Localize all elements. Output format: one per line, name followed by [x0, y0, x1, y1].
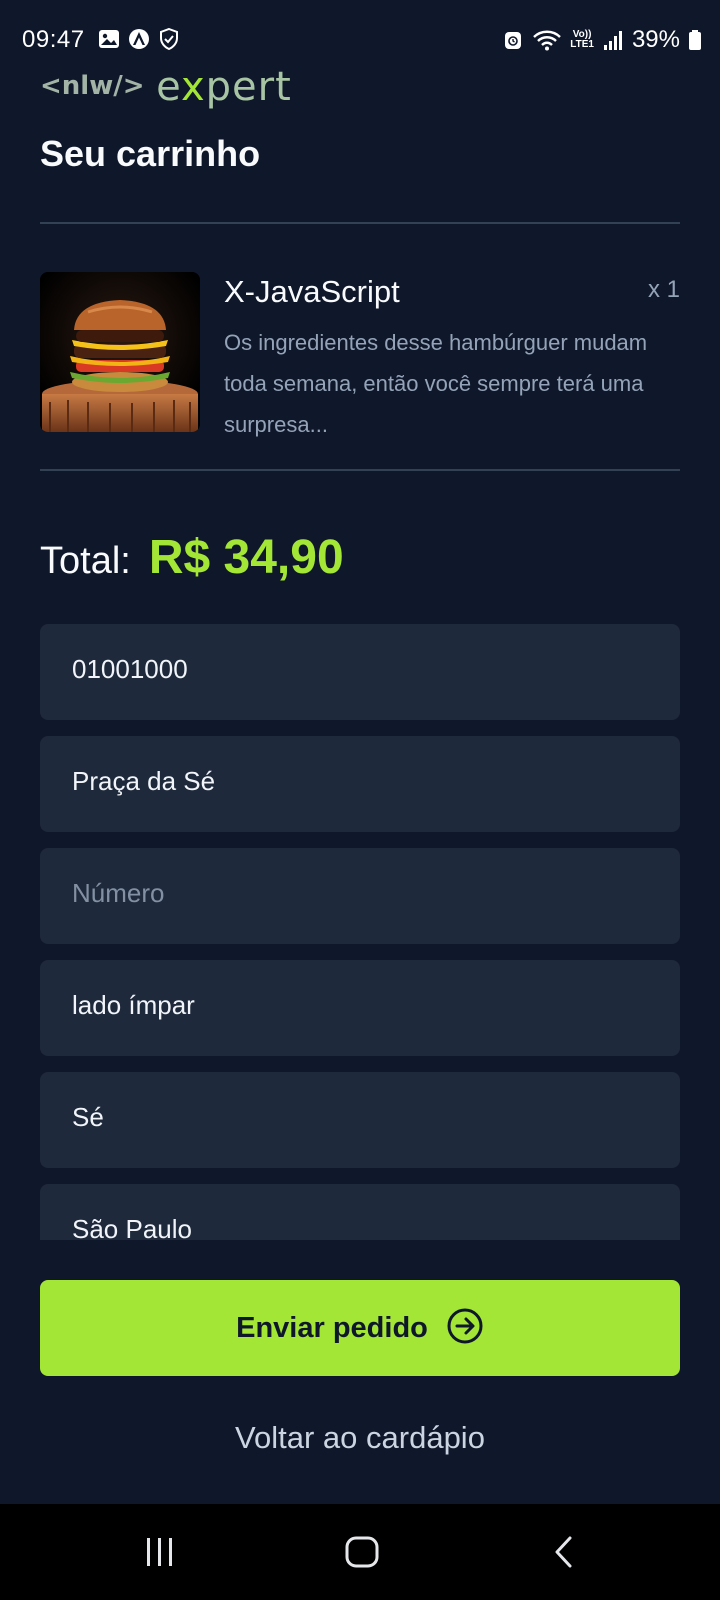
logo-expert: expert	[156, 64, 292, 110]
recents-icon[interactable]	[130, 1526, 190, 1578]
shield-icon	[158, 28, 180, 50]
battery-icon	[688, 29, 702, 51]
product-description: Os ingredientes desse hambúrguer mudam t…	[224, 330, 648, 437]
submit-order-button[interactable]: Enviar pedido	[40, 1280, 680, 1376]
complement-input[interactable]: lado ímpar	[40, 960, 680, 1056]
divider-bottom	[40, 469, 680, 471]
district-input[interactable]: Sé	[40, 1072, 680, 1168]
cart-item[interactable]: X-JavaScript x 1 Os ingredientes desse h…	[40, 272, 680, 437]
number-input[interactable]: Número	[40, 848, 680, 944]
status-left-icons	[98, 28, 180, 50]
gallery-icon	[98, 28, 120, 50]
system-nav-bar	[0, 1504, 720, 1600]
arrow-right-circle-icon	[446, 1307, 484, 1350]
home-icon[interactable]	[332, 1526, 392, 1578]
alarm-icon	[502, 29, 524, 51]
wifi-icon	[532, 29, 562, 51]
back-to-menu-link[interactable]: Voltar ao cardápio	[0, 1420, 720, 1456]
page-title: Seu carrinho	[40, 133, 261, 174]
total-row: Total: R$ 34,90	[40, 530, 344, 585]
street-input[interactable]: Praça da Sé	[40, 736, 680, 832]
signal-icon	[602, 29, 624, 51]
total-label: Total:	[40, 540, 131, 582]
address-form[interactable]: 01001000 Praça da Sé Número lado ímpar S…	[40, 624, 680, 1240]
status-time: 09:47	[22, 26, 85, 53]
submit-order-label: Enviar pedido	[236, 1311, 428, 1344]
status-right-icons: Vo)) LTE1 39%	[502, 26, 702, 54]
divider-top	[40, 222, 680, 224]
back-icon[interactable]	[534, 1526, 594, 1578]
total-value: R$ 34,90	[148, 531, 344, 584]
battery-percentage: 39%	[631, 26, 680, 53]
burger-image	[40, 272, 200, 432]
city-input[interactable]: São Paulo	[40, 1184, 680, 1240]
logo-nlw: <nlw/>	[40, 71, 145, 101]
product-name: X-JavaScript	[224, 274, 400, 309]
brand-logo: <nlw/> expert	[40, 64, 292, 110]
product-quantity: x 1	[647, 276, 680, 303]
cep-input[interactable]: 01001000	[40, 624, 680, 720]
app-a-icon	[128, 28, 150, 50]
lte-indicator: Vo)) LTE1	[570, 29, 594, 50]
